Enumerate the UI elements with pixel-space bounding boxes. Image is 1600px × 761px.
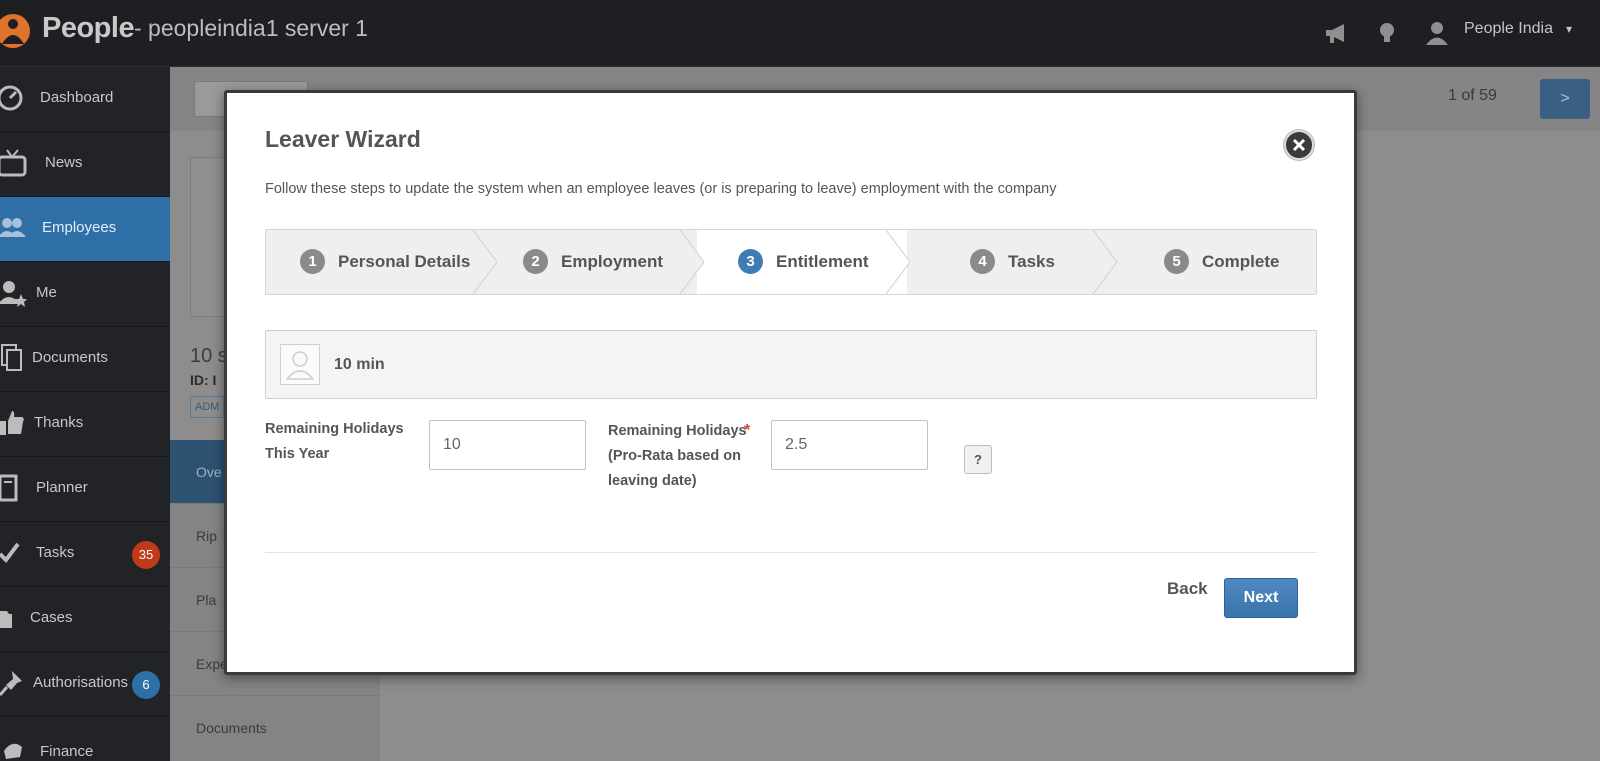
sidebar-item-label: Cases — [30, 609, 73, 626]
lightbulb-icon[interactable] — [1372, 18, 1402, 48]
close-icon — [1292, 138, 1306, 152]
sidebar-item-label: Finance — [40, 743, 94, 760]
check-icon — [0, 542, 20, 564]
sidebar-item-label: Employees — [42, 219, 117, 236]
step-number: 1 — [300, 249, 325, 274]
sidebar-item-cases[interactable]: Cases — [0, 587, 170, 652]
close-button[interactable] — [1284, 130, 1314, 160]
tasks-count-badge: 35 — [132, 541, 160, 569]
sidebar-item-authorisations[interactable]: Authorisations 6 — [0, 652, 170, 717]
step-label: Complete — [1202, 252, 1280, 271]
step-separator — [680, 230, 704, 294]
employee-tag: ADM — [190, 396, 224, 418]
planner-icon — [0, 474, 18, 502]
server-name: - peopleindia1 server 1 — [134, 15, 368, 41]
sidebar-item-employees[interactable]: Employees — [0, 197, 170, 262]
step-number: 2 — [523, 249, 548, 274]
people-logo-icon — [0, 14, 30, 48]
remaining-holidays-this-year-input[interactable] — [429, 420, 586, 470]
sidebar-item-label: News — [45, 154, 83, 171]
user-icon[interactable] — [1422, 18, 1452, 48]
top-bar: People - peopleindia1 server 1 People In… — [0, 0, 1600, 67]
remaining-holidays-pro-rata-input[interactable] — [771, 420, 928, 470]
sidebar-item-label: Thanks — [34, 414, 84, 431]
user-star-icon — [0, 281, 27, 307]
employee-panel: 10 min — [265, 330, 1317, 399]
folder-icon — [0, 611, 12, 628]
documents-icon — [1, 344, 22, 371]
sidebar-item-dashboard[interactable]: Dashboard — [0, 67, 170, 132]
user-menu[interactable]: People India — [1464, 20, 1553, 38]
sidebar-item-finance[interactable]: Finance — [0, 717, 170, 761]
back-button[interactable]: Back — [1167, 579, 1208, 599]
modal-description: Follow these steps to update the system … — [265, 181, 1057, 197]
required-marker: * — [744, 422, 751, 439]
employee-name: 10 s — [190, 345, 228, 367]
chevron-down-icon[interactable]: ▾ — [1566, 22, 1572, 36]
authorisations-count-badge: 6 — [132, 671, 160, 699]
sidebar-item-news[interactable]: News — [0, 132, 170, 197]
finance-icon — [4, 743, 22, 759]
sidebar: Dashboard News Employees Me Documents Th… — [0, 67, 170, 761]
employee-name: 10 min — [334, 356, 385, 373]
speedometer-icon — [0, 85, 23, 111]
step-number: 3 — [738, 249, 763, 274]
sidebar-item-label: Planner — [36, 479, 88, 496]
tv-icon — [0, 149, 27, 177]
thumbs-up-icon — [0, 411, 24, 435]
avatar — [280, 344, 320, 385]
step-separator — [886, 230, 910, 294]
step-separator — [1093, 230, 1117, 294]
step-separator — [473, 230, 497, 294]
step-number: 4 — [970, 249, 995, 274]
sidebar-item-label: Authorisations — [33, 674, 129, 691]
next-button[interactable]: Next — [1224, 578, 1298, 618]
brand-name[interactable]: People — [42, 12, 135, 45]
remaining-holidays-pro-rata-label: Remaining Holidays (Pro-Rata based on le… — [608, 423, 747, 489]
step-label: Tasks — [1008, 252, 1055, 271]
megaphone-icon[interactable] — [1322, 18, 1352, 48]
wizard-steps: 1 Personal Details 2 Employment 3 Entitl… — [265, 229, 1317, 295]
modal-title: Leaver Wizard — [265, 126, 421, 152]
pin-icon — [0, 671, 22, 696]
sidebar-item-tasks[interactable]: Tasks 35 — [0, 522, 170, 587]
leaver-wizard-modal: Leaver Wizard Follow these steps to upda… — [224, 90, 1357, 675]
employee-menu-item: Documents — [196, 720, 267, 736]
record-counter: 1 of 59 — [1448, 87, 1497, 104]
sidebar-item-thanks[interactable]: Thanks — [0, 392, 170, 457]
employee-id: ID: I — [190, 372, 217, 388]
step-label: Employment — [561, 252, 664, 271]
step-number: 5 — [1164, 249, 1189, 274]
sidebar-item-documents[interactable]: Documents — [0, 327, 170, 392]
step-label: Personal Details — [338, 252, 471, 271]
sidebar-item-label: Me — [36, 284, 57, 301]
sidebar-item-me[interactable]: Me — [0, 262, 170, 327]
sidebar-item-label: Dashboard — [40, 89, 114, 106]
people-icon — [0, 218, 26, 237]
help-button[interactable]: ? — [964, 445, 992, 474]
step-label: Entitlement — [776, 252, 869, 271]
divider — [265, 552, 1317, 553]
sidebar-item-label: Documents — [32, 349, 108, 366]
next-record-button: > — [1540, 79, 1590, 119]
sidebar-item-planner[interactable]: Planner — [0, 457, 170, 522]
sidebar-item-label: Tasks — [36, 544, 75, 561]
remaining-holidays-this-year-label: Remaining Holidays This Year — [265, 421, 404, 462]
avatar-placeholder-icon — [285, 351, 315, 380]
